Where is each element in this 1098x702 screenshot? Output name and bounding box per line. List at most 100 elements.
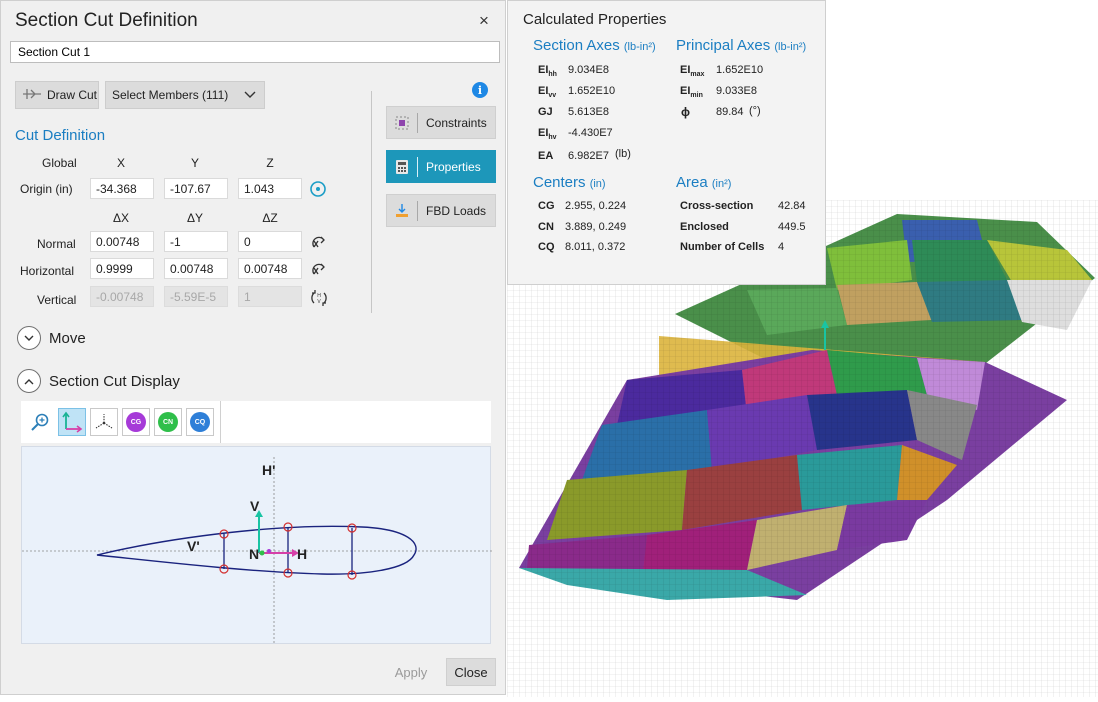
cq-value: 8.011, 0.372 (565, 241, 626, 253)
flip-normal-icon[interactable] (311, 235, 327, 256)
n-axis-label: N (249, 546, 260, 562)
horizontal-dx-input[interactable]: 0.9999 (90, 258, 154, 279)
pick-origin-icon[interactable] (309, 180, 327, 203)
gj-value: 5.613E8 (568, 106, 609, 118)
draw-cut-button[interactable]: Draw Cut (15, 81, 99, 109)
cn-icon: CN (158, 412, 178, 432)
ei-max-label: EImax (680, 64, 705, 79)
apply-button: Apply (388, 658, 434, 686)
select-members-label: Select Members (111) (112, 88, 229, 102)
global-label: Global (42, 156, 77, 170)
toolbar-divider (220, 401, 221, 443)
vertical-divider (371, 91, 372, 313)
enclosed-value: 449.5 (778, 221, 806, 233)
ei-hh-value: 9.034E8 (568, 64, 609, 76)
v-prime-label: V' (187, 538, 200, 554)
cn-toggle-button[interactable]: CN (154, 408, 182, 436)
principal-axes-toggle-icon[interactable] (90, 408, 118, 436)
ea-label: EA (538, 150, 554, 162)
ei-min-value: 9.033E8 (716, 85, 757, 97)
flip-horizontal-icon[interactable] (311, 262, 327, 283)
section-cut-name-input[interactable] (10, 41, 500, 63)
cg-toggle-button[interactable]: CG (122, 408, 150, 436)
origin-label: Origin (in) (20, 182, 73, 196)
fbd-loads-label: FBD Loads (426, 203, 487, 218)
col-dy-header: ΔY (186, 211, 204, 225)
origin-x-input[interactable]: -34.368 (90, 178, 154, 199)
number-of-cells-value: 4 (778, 241, 785, 253)
fbd-loads-icon (387, 203, 417, 219)
cq-toggle-button[interactable]: CQ (186, 408, 214, 436)
move-expand-toggle[interactable] (17, 326, 41, 350)
ei-hv-value: -4.430E7 (568, 127, 613, 139)
ei-hh-label: EIhh (538, 64, 557, 79)
constraints-label: Constraints (426, 115, 487, 130)
section-cut-viewport[interactable]: H' V' V N H (21, 446, 492, 645)
select-members-dropdown[interactable]: Select Members (111) (105, 81, 265, 109)
vertical-dz-input: 1 (238, 286, 302, 307)
cross-section-value: 42.84 (778, 200, 806, 212)
fbd-loads-button[interactable]: FBD Loads (386, 194, 496, 227)
enclosed-label: Enclosed (680, 221, 729, 233)
section-cut-display-label: Section Cut Display (49, 373, 180, 390)
close-button[interactable]: Close (446, 658, 496, 686)
normal-dx-input[interactable]: 0.00748 (90, 231, 154, 252)
col-x-header: X (116, 156, 125, 170)
constraints-icon (387, 115, 417, 131)
properties-title: Calculated Properties (523, 11, 667, 28)
horizontal-dy-input[interactable]: 0.00748 (164, 258, 228, 279)
v-axis-label: V (250, 498, 260, 514)
phi-value: 89.84 (716, 106, 744, 118)
phi-label: ϕ (681, 105, 690, 119)
section-cut-dialog: Section Cut Definition × Draw Cut Select… (0, 0, 506, 695)
svg-text:V: V (317, 299, 321, 305)
section-axes-toggle-icon[interactable] (58, 408, 86, 436)
info-icon[interactable]: i (472, 82, 488, 98)
horizontal-label: Horizontal (20, 264, 75, 278)
normal-dy-input[interactable]: -1 (164, 231, 228, 252)
display-toolbar: CG CN CQ (21, 401, 491, 443)
cq-label: CQ (538, 241, 555, 253)
h-prime-label: H' (262, 462, 276, 478)
display-collapse-toggle[interactable] (17, 369, 41, 393)
col-y-header: Y (190, 156, 199, 170)
cn-value: 3.889, 0.249 (565, 221, 627, 233)
constraints-button[interactable]: Constraints (386, 106, 496, 139)
properties-button[interactable]: Properties (386, 150, 496, 183)
horizontal-dz-input[interactable]: 0.00748 (238, 258, 302, 279)
cg-icon: CG (126, 412, 146, 432)
cg-label: CG (538, 200, 555, 212)
dialog-title: Section Cut Definition (15, 10, 198, 31)
origin-z-input[interactable]: 1.043 (238, 178, 302, 199)
area-heading: Area (in²) (676, 174, 732, 191)
vertical-dx-input: -0.00748 (90, 286, 154, 307)
origin-y-input[interactable]: -107.67 (164, 178, 228, 199)
vertical-label: Vertical (37, 293, 77, 307)
ei-hv-label: EIhv (538, 127, 557, 142)
properties-label: Properties (426, 159, 481, 174)
calculator-icon (387, 159, 417, 175)
draw-cut-label: Draw Cut (47, 88, 98, 102)
ei-vv-value: 1.652E10 (568, 85, 616, 97)
principal-axes-heading: Principal Axes (lb-in²) (676, 37, 807, 54)
zoom-icon[interactable] (26, 408, 54, 436)
col-z-header: Z (266, 156, 274, 170)
draw-cut-icon (22, 86, 42, 105)
rotate-axes-icon[interactable]: HV (310, 289, 328, 312)
cross-section-label: Cross-section (680, 200, 754, 212)
normal-dz-input[interactable]: 0 (238, 231, 302, 252)
close-icon[interactable]: × (479, 11, 489, 31)
section-axes-heading: Section Axes (lb-in²) (533, 37, 656, 54)
calculated-properties-panel: Calculated Properties Section Axes (lb-i… (507, 0, 826, 285)
ea-unit: (lb) (615, 148, 631, 160)
col-dz-header: ΔZ (262, 211, 278, 225)
move-label: Move (49, 330, 86, 347)
cg-value: 2.955, 0.224 (565, 200, 627, 212)
phi-unit: (°) (749, 105, 761, 117)
normal-label: Normal (37, 237, 76, 251)
cq-icon: CQ (190, 412, 210, 432)
ea-value: 6.982E7 (568, 150, 609, 162)
centers-heading: Centers (in) (533, 174, 606, 191)
chevron-down-icon (244, 88, 256, 102)
col-dx-header: ΔX (112, 211, 130, 225)
